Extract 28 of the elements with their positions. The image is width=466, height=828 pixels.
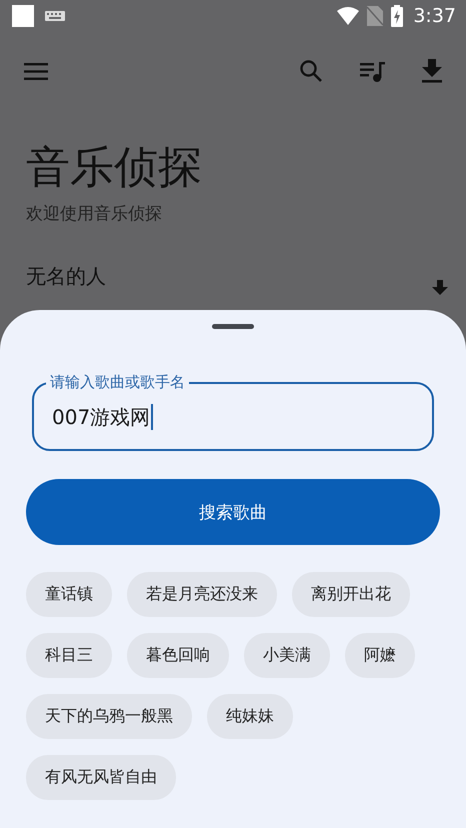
search-input-field[interactable]: 请输入歌曲或歌手名 007游戏网 <box>32 372 434 451</box>
download-icon[interactable] <box>432 280 448 298</box>
download-icon[interactable] <box>422 59 442 83</box>
field-label: 请输入歌曲或歌手名 <box>46 372 189 392</box>
suggestion-chip[interactable]: 阿嬷 <box>345 633 415 678</box>
clock-time: 3:37 <box>413 5 456 27</box>
suggestion-chip[interactable]: 天下的乌鸦一般黑 <box>26 694 192 739</box>
wifi-icon <box>337 7 360 25</box>
suggestion-chip[interactable]: 纯妹妹 <box>207 694 293 739</box>
field-value: 007游戏网 <box>52 404 154 430</box>
keyboard-icon <box>45 11 65 21</box>
drag-handle[interactable] <box>212 324 254 329</box>
app-subtitle: 欢迎使用音乐侦探 <box>26 203 163 225</box>
menu-icon[interactable] <box>24 62 48 80</box>
playlist-music-icon[interactable] <box>360 60 385 82</box>
suggestion-chip[interactable]: 小美满 <box>244 633 330 678</box>
search-icon[interactable] <box>299 59 323 83</box>
notification-square-icon <box>12 5 34 27</box>
search-songs-button[interactable]: 搜索歌曲 <box>26 479 440 545</box>
suggestion-chip[interactable]: 暮色回响 <box>127 633 229 678</box>
suggestion-chip[interactable]: 童话镇 <box>26 572 112 617</box>
battery-charging-icon <box>391 5 404 27</box>
suggestion-chip[interactable]: 有风无风皆自由 <box>26 755 176 800</box>
suggestion-chip[interactable]: 科目三 <box>26 633 112 678</box>
suggestion-chip[interactable]: 若是月亮还没来 <box>127 572 277 617</box>
suggestion-chip[interactable]: 离别开出花 <box>292 572 410 617</box>
app-title: 音乐侦探 <box>26 142 203 194</box>
no-sim-icon <box>367 6 384 26</box>
